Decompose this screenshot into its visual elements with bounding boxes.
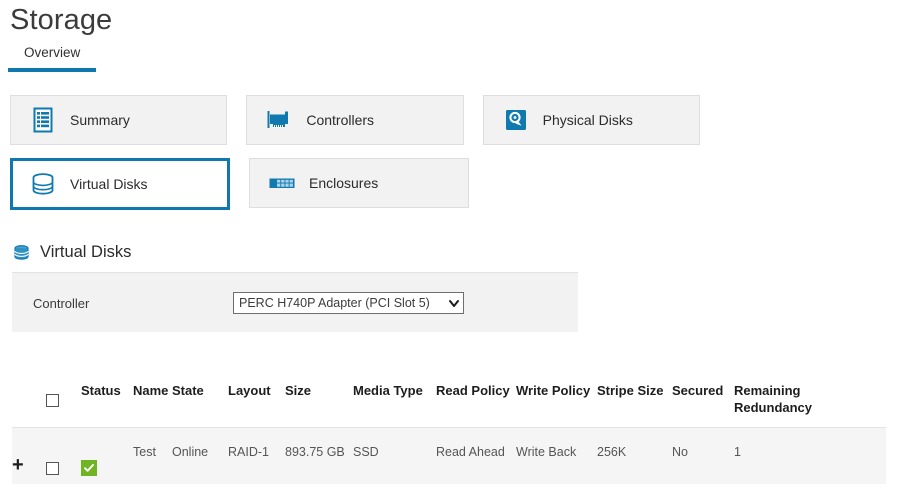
cell-media-type: SSD xyxy=(353,428,436,461)
controller-card-icon xyxy=(265,106,293,134)
tab-bar: Overview xyxy=(8,44,96,72)
header-read-policy: Read Policy xyxy=(436,372,516,399)
virtual-disks-table: Status Name State Layout Size Media Type… xyxy=(12,372,886,484)
card-summary[interactable]: Summary xyxy=(10,95,227,145)
row-expander-cell: + xyxy=(12,428,46,474)
select-all-checkbox[interactable] xyxy=(46,394,59,407)
header-name: Name xyxy=(133,372,172,399)
cell-secured: No xyxy=(672,428,734,461)
tab-overview[interactable]: Overview xyxy=(8,44,96,72)
status-ok-icon xyxy=(81,460,97,476)
controller-select[interactable]: PERC H740P Adapter (PCI Slot 5) xyxy=(233,292,464,314)
virtual-disks-section-heading: Virtual Disks xyxy=(12,243,131,262)
cell-write-policy: Write Back xyxy=(516,428,597,461)
table-row[interactable]: + Test Online RAID-1 893.75 GB SSD Read … xyxy=(12,428,886,484)
card-row-2: Virtual Disks Enclosures xyxy=(10,158,700,210)
expand-row-button[interactable]: + xyxy=(12,444,40,474)
controller-filter-label: Controller xyxy=(33,296,89,311)
cell-read-policy: Read Ahead xyxy=(436,428,516,461)
page-title: Storage xyxy=(10,2,112,38)
row-status-cell xyxy=(81,428,133,476)
section-title: Virtual Disks xyxy=(40,243,131,262)
summary-document-icon xyxy=(29,106,57,134)
card-summary-label: Summary xyxy=(70,112,130,128)
header-select-all-cell xyxy=(46,372,81,407)
virtual-disk-icon xyxy=(29,170,57,198)
card-controllers-label: Controllers xyxy=(306,112,374,128)
row-select-cell xyxy=(46,428,81,475)
physical-disk-icon xyxy=(502,106,530,134)
cell-stripe-size: 256K xyxy=(597,428,672,461)
header-state: State xyxy=(172,372,228,399)
cell-name: Test xyxy=(133,428,172,461)
header-status: Status xyxy=(81,372,133,399)
header-write-policy: Write Policy xyxy=(516,372,597,399)
cell-layout: RAID-1 xyxy=(228,428,285,461)
storage-category-cards: Summary Controllers xyxy=(10,95,700,223)
header-expander-spacer xyxy=(12,372,46,382)
header-stripe-size: Stripe Size xyxy=(597,372,672,399)
card-physical-disks-label: Physical Disks xyxy=(543,112,633,128)
card-controllers[interactable]: Controllers xyxy=(246,95,463,145)
card-virtual-disks-label: Virtual Disks xyxy=(70,176,148,192)
controller-select-value: PERC H740P Adapter (PCI Slot 5) xyxy=(239,296,447,310)
card-physical-disks[interactable]: Physical Disks xyxy=(483,95,700,145)
chevron-down-icon xyxy=(447,297,460,310)
cell-state: Online xyxy=(172,428,228,461)
header-remaining-redundancy: Remaining Redundancy xyxy=(734,372,854,416)
header-layout: Layout xyxy=(228,372,285,399)
virtual-disk-icon xyxy=(12,243,31,262)
card-enclosures[interactable]: Enclosures xyxy=(249,158,469,208)
table-header-row: Status Name State Layout Size Media Type… xyxy=(12,372,886,428)
card-virtual-disks[interactable]: Virtual Disks xyxy=(10,158,230,210)
cell-size: 893.75 GB xyxy=(285,428,353,461)
header-size: Size xyxy=(285,372,353,399)
card-row-1: Summary Controllers xyxy=(10,95,700,145)
enclosure-icon xyxy=(268,169,296,197)
row-select-checkbox[interactable] xyxy=(46,462,59,475)
cell-remaining-redundancy: 1 xyxy=(734,428,854,461)
header-secured: Secured xyxy=(672,372,734,399)
card-enclosures-label: Enclosures xyxy=(309,175,378,191)
header-media-type: Media Type xyxy=(353,372,436,399)
controller-filter-panel: Controller PERC H740P Adapter (PCI Slot … xyxy=(12,272,578,332)
